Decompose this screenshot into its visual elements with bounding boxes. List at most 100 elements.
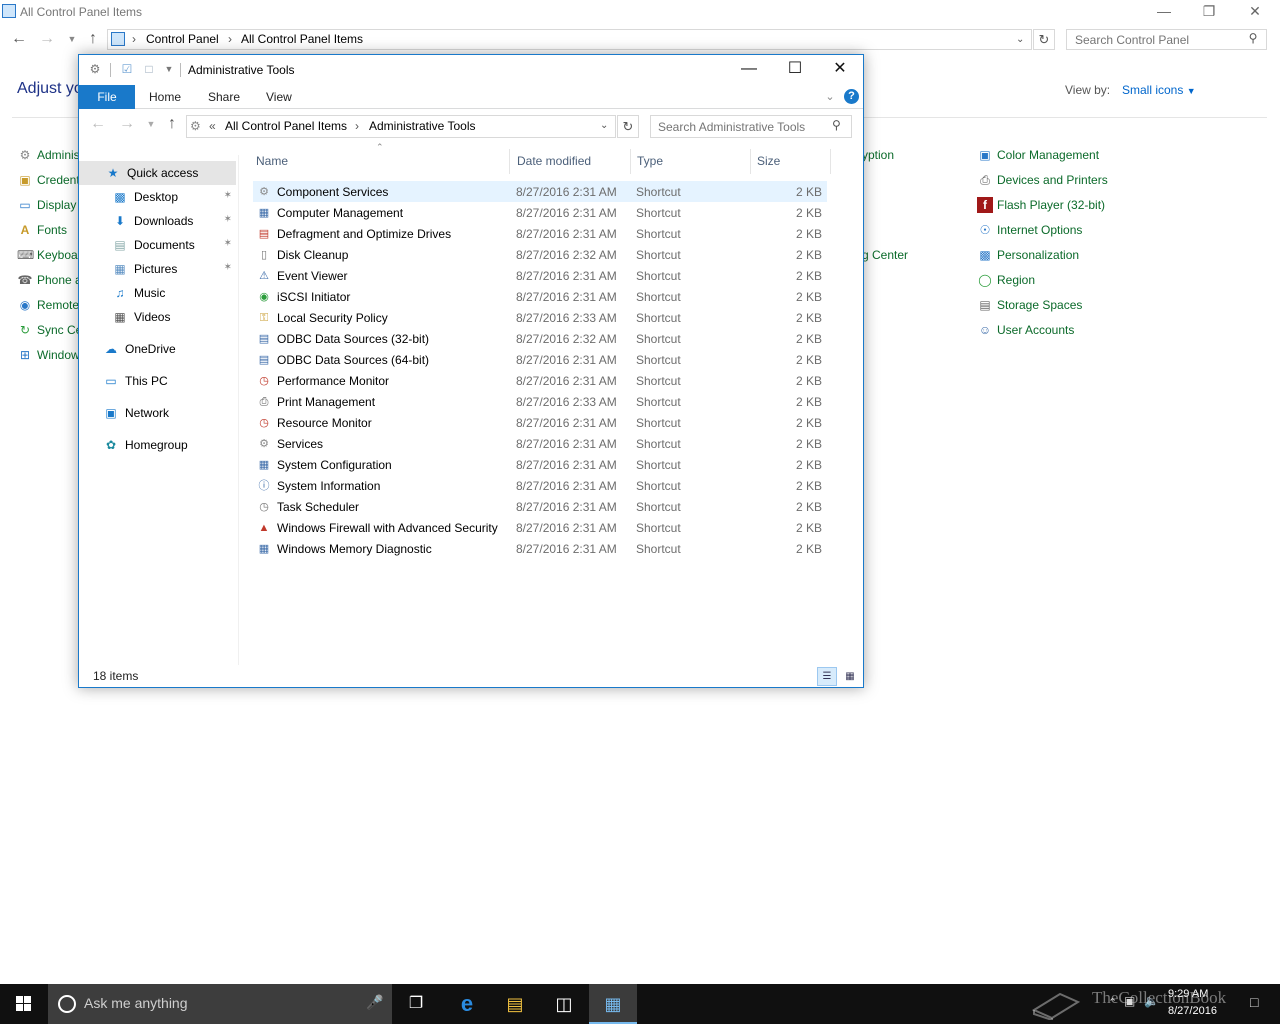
cp-item-display[interactable]: ▭ Display bbox=[17, 194, 76, 216]
column-header-date[interactable]: Date modified bbox=[511, 149, 631, 174]
forward-arrow-icon[interactable]: → bbox=[37, 29, 57, 49]
table-row[interactable]: ▤ ODBC Data Sources (32-bit) 8/27/2016 2:3… bbox=[253, 328, 827, 349]
overflow-breadcrumb-icon[interactable]: « bbox=[209, 119, 216, 133]
nav-this-pc[interactable]: ▭ This PC bbox=[79, 369, 236, 393]
table-row[interactable]: ◷ Task Scheduler 8/27/2016 2:31 AM Shortcut… bbox=[253, 496, 827, 517]
breadcrumb-control-panel[interactable]: Control Panel bbox=[146, 32, 219, 46]
explorer-address-bar[interactable]: ⚙ « All Control Panel Items › Administra… bbox=[186, 115, 616, 138]
properties-icon[interactable]: ☑ bbox=[119, 61, 135, 77]
start-button[interactable] bbox=[0, 984, 48, 1024]
table-row[interactable]: ◷ Performance Monitor 8/27/2016 2:31 AM Sho… bbox=[253, 370, 827, 391]
nav-onedrive[interactable]: ☁ OneDrive bbox=[79, 337, 236, 361]
new-folder-icon[interactable]: □ bbox=[141, 61, 157, 77]
cp-item-devices-printers[interactable]: ⎙ Devices and Printers bbox=[977, 169, 1108, 191]
cp-restore-button[interactable]: ❐ bbox=[1186, 0, 1232, 24]
expand-ribbon-icon[interactable]: ⌄ bbox=[822, 89, 838, 105]
microphone-icon[interactable]: 🎤 bbox=[366, 994, 383, 1011]
up-arrow-icon[interactable]: ↑ bbox=[162, 114, 182, 134]
breadcrumb-all-items[interactable]: All Control Panel Items bbox=[241, 32, 363, 46]
store-icon[interactable]: ◫ bbox=[540, 984, 588, 1024]
refresh-icon[interactable]: ↻ bbox=[617, 115, 639, 138]
details-view-icon[interactable]: ☰ bbox=[817, 667, 837, 686]
cp-item-personalization[interactable]: ▩ Personalization bbox=[977, 244, 1079, 266]
search-icon[interactable]: ⚲ bbox=[832, 118, 841, 132]
recent-locations-icon[interactable]: ▼ bbox=[62, 29, 82, 49]
recent-locations-icon[interactable]: ▼ bbox=[141, 114, 161, 134]
nav-quick-access[interactable]: ★ Quick access bbox=[79, 161, 236, 185]
cp-close-button[interactable]: ✕ bbox=[1232, 0, 1278, 24]
breadcrumb-admin-tools[interactable]: Administrative Tools bbox=[369, 119, 476, 133]
cortana-search-box[interactable]: Ask me anything 🎤 bbox=[48, 984, 392, 1024]
tab-view[interactable]: View bbox=[256, 85, 302, 109]
table-row[interactable]: ⚠ Event Viewer 8/27/2016 2:31 AM Shortcut 2 … bbox=[253, 265, 827, 286]
up-arrow-icon[interactable]: ↑ bbox=[83, 29, 103, 49]
chevron-down-icon[interactable]: ⌄ bbox=[1016, 34, 1024, 45]
help-icon[interactable]: ? bbox=[844, 89, 859, 104]
nav-desktop[interactable]: ▩ Desktop ✶ bbox=[79, 185, 236, 209]
column-header-size[interactable]: Size bbox=[751, 149, 831, 174]
cp-item-network-center[interactable]: g Center bbox=[862, 244, 908, 266]
chevron-down-icon[interactable]: ⌄ bbox=[600, 120, 608, 131]
explorer-search-input[interactable] bbox=[650, 115, 852, 138]
table-row[interactable]: ◷ Resource Monitor 8/27/2016 2:31 AM Shortc… bbox=[253, 412, 827, 433]
table-row[interactable]: ▤ Defragment and Optimize Drives 8/27/2016… bbox=[253, 223, 827, 244]
cp-item-phone[interactable]: ☎ Phone a bbox=[17, 269, 82, 291]
breadcrumb-all-items[interactable]: All Control Panel Items bbox=[225, 119, 347, 133]
column-header-name[interactable]: Name bbox=[250, 149, 510, 174]
nav-documents[interactable]: ▤ Documents ✶ bbox=[79, 233, 236, 257]
file-explorer-icon[interactable]: ▤ bbox=[491, 984, 539, 1024]
tab-home[interactable]: Home bbox=[139, 85, 191, 109]
cp-item-keyboard[interactable]: ⌨ Keyboa bbox=[17, 244, 78, 266]
cp-minimize-button[interactable]: — bbox=[1141, 0, 1187, 24]
cp-item-windows[interactable]: ⊞ Window bbox=[17, 344, 80, 366]
nav-network[interactable]: ▣ Network bbox=[79, 401, 236, 425]
back-arrow-icon[interactable]: ← bbox=[88, 114, 108, 134]
table-row[interactable]: ◉ iSCSI Initiator 8/27/2016 2:31 AM Shortcu… bbox=[253, 286, 827, 307]
table-row[interactable]: ▦ Computer Management 8/27/2016 2:31 AM Sho… bbox=[253, 202, 827, 223]
large-icons-view-icon[interactable]: ▦ bbox=[840, 667, 860, 686]
table-row[interactable]: ⚿ Local Security Policy 8/27/2016 2:33 AM S… bbox=[253, 307, 827, 328]
search-icon[interactable]: ⚲ bbox=[1245, 31, 1261, 47]
nav-videos[interactable]: ▦ Videos bbox=[79, 305, 236, 329]
cp-item-fonts[interactable]: A Fonts bbox=[17, 219, 67, 241]
cp-item-color-management[interactable]: ▣ Color Management bbox=[977, 144, 1099, 166]
maximize-button[interactable]: ☐ bbox=[772, 55, 818, 85]
minimize-button[interactable]: — bbox=[726, 55, 772, 85]
cp-item-admin[interactable]: ⚙ Adminis bbox=[17, 144, 80, 166]
cp-search-input[interactable] bbox=[1066, 29, 1267, 50]
nav-music[interactable]: ♫ Music bbox=[79, 281, 236, 305]
back-arrow-icon[interactable]: ← bbox=[9, 29, 29, 49]
refresh-icon[interactable]: ↻ bbox=[1033, 29, 1055, 50]
customize-qat-icon[interactable]: ▼ bbox=[161, 61, 177, 77]
column-header-type[interactable]: Type bbox=[631, 149, 751, 174]
close-button[interactable]: ✕ bbox=[817, 55, 863, 85]
table-row[interactable]: ⚙ Component Services 8/27/2016 2:31 AM Shor… bbox=[253, 181, 827, 202]
edge-icon[interactable]: e bbox=[443, 984, 491, 1024]
cp-item-flash-player[interactable]: f Flash Player (32-bit) bbox=[977, 194, 1105, 216]
nav-downloads[interactable]: ⬇ Downloads ✶ bbox=[79, 209, 236, 233]
tab-file[interactable]: File bbox=[79, 85, 135, 109]
nav-pictures[interactable]: ▦ Pictures ✶ bbox=[79, 257, 236, 281]
cp-item-storage-spaces[interactable]: ▤ Storage Spaces bbox=[977, 294, 1082, 316]
task-view-icon[interactable]: ❐ bbox=[392, 984, 440, 1024]
table-row[interactable]: ⎙ Print Management 8/27/2016 2:33 AM Shortc… bbox=[253, 391, 827, 412]
table-row[interactable]: ▤ ODBC Data Sources (64-bit) 8/27/2016 2:3… bbox=[253, 349, 827, 370]
cp-item-sync[interactable]: ↻ Sync Ce bbox=[17, 319, 82, 341]
table-row[interactable]: ▯ Disk Cleanup 8/27/2016 2:32 AM Shortcut 2 … bbox=[253, 244, 827, 265]
table-row[interactable]: ▦ Windows Memory Diagnostic 8/27/2016 2:31… bbox=[253, 538, 827, 559]
cp-item-region[interactable]: ◯ Region bbox=[977, 269, 1035, 291]
cp-item-internet-options[interactable]: ☉ Internet Options bbox=[977, 219, 1083, 241]
control-panel-icon[interactable]: ▦ bbox=[589, 984, 637, 1024]
tab-share[interactable]: Share bbox=[198, 85, 250, 109]
view-by-dropdown[interactable]: Small icons ▼ bbox=[1122, 83, 1196, 97]
forward-arrow-icon[interactable]: → bbox=[117, 114, 137, 134]
cp-address-bar[interactable]: › Control Panel › All Control Panel Item… bbox=[107, 29, 1032, 50]
table-row[interactable]: ⓘ System Information 8/27/2016 2:31 AM Shor… bbox=[253, 475, 827, 496]
table-row[interactable]: ⚙ Services 8/27/2016 2:31 AM Shortcut 2 KB bbox=[253, 433, 827, 454]
table-row[interactable]: ▦ System Configuration 8/27/2016 2:31 AM Sh… bbox=[253, 454, 827, 475]
cp-item-bitlocker[interactable]: yption bbox=[862, 144, 894, 166]
nav-homegroup[interactable]: ✿ Homegroup bbox=[79, 433, 236, 457]
table-row[interactable]: ▲ Windows Firewall with Advanced Security… bbox=[253, 517, 827, 538]
cp-item-remote[interactable]: ◉ Remote bbox=[17, 294, 79, 316]
cp-item-credential[interactable]: ▣ Credent bbox=[17, 169, 79, 191]
